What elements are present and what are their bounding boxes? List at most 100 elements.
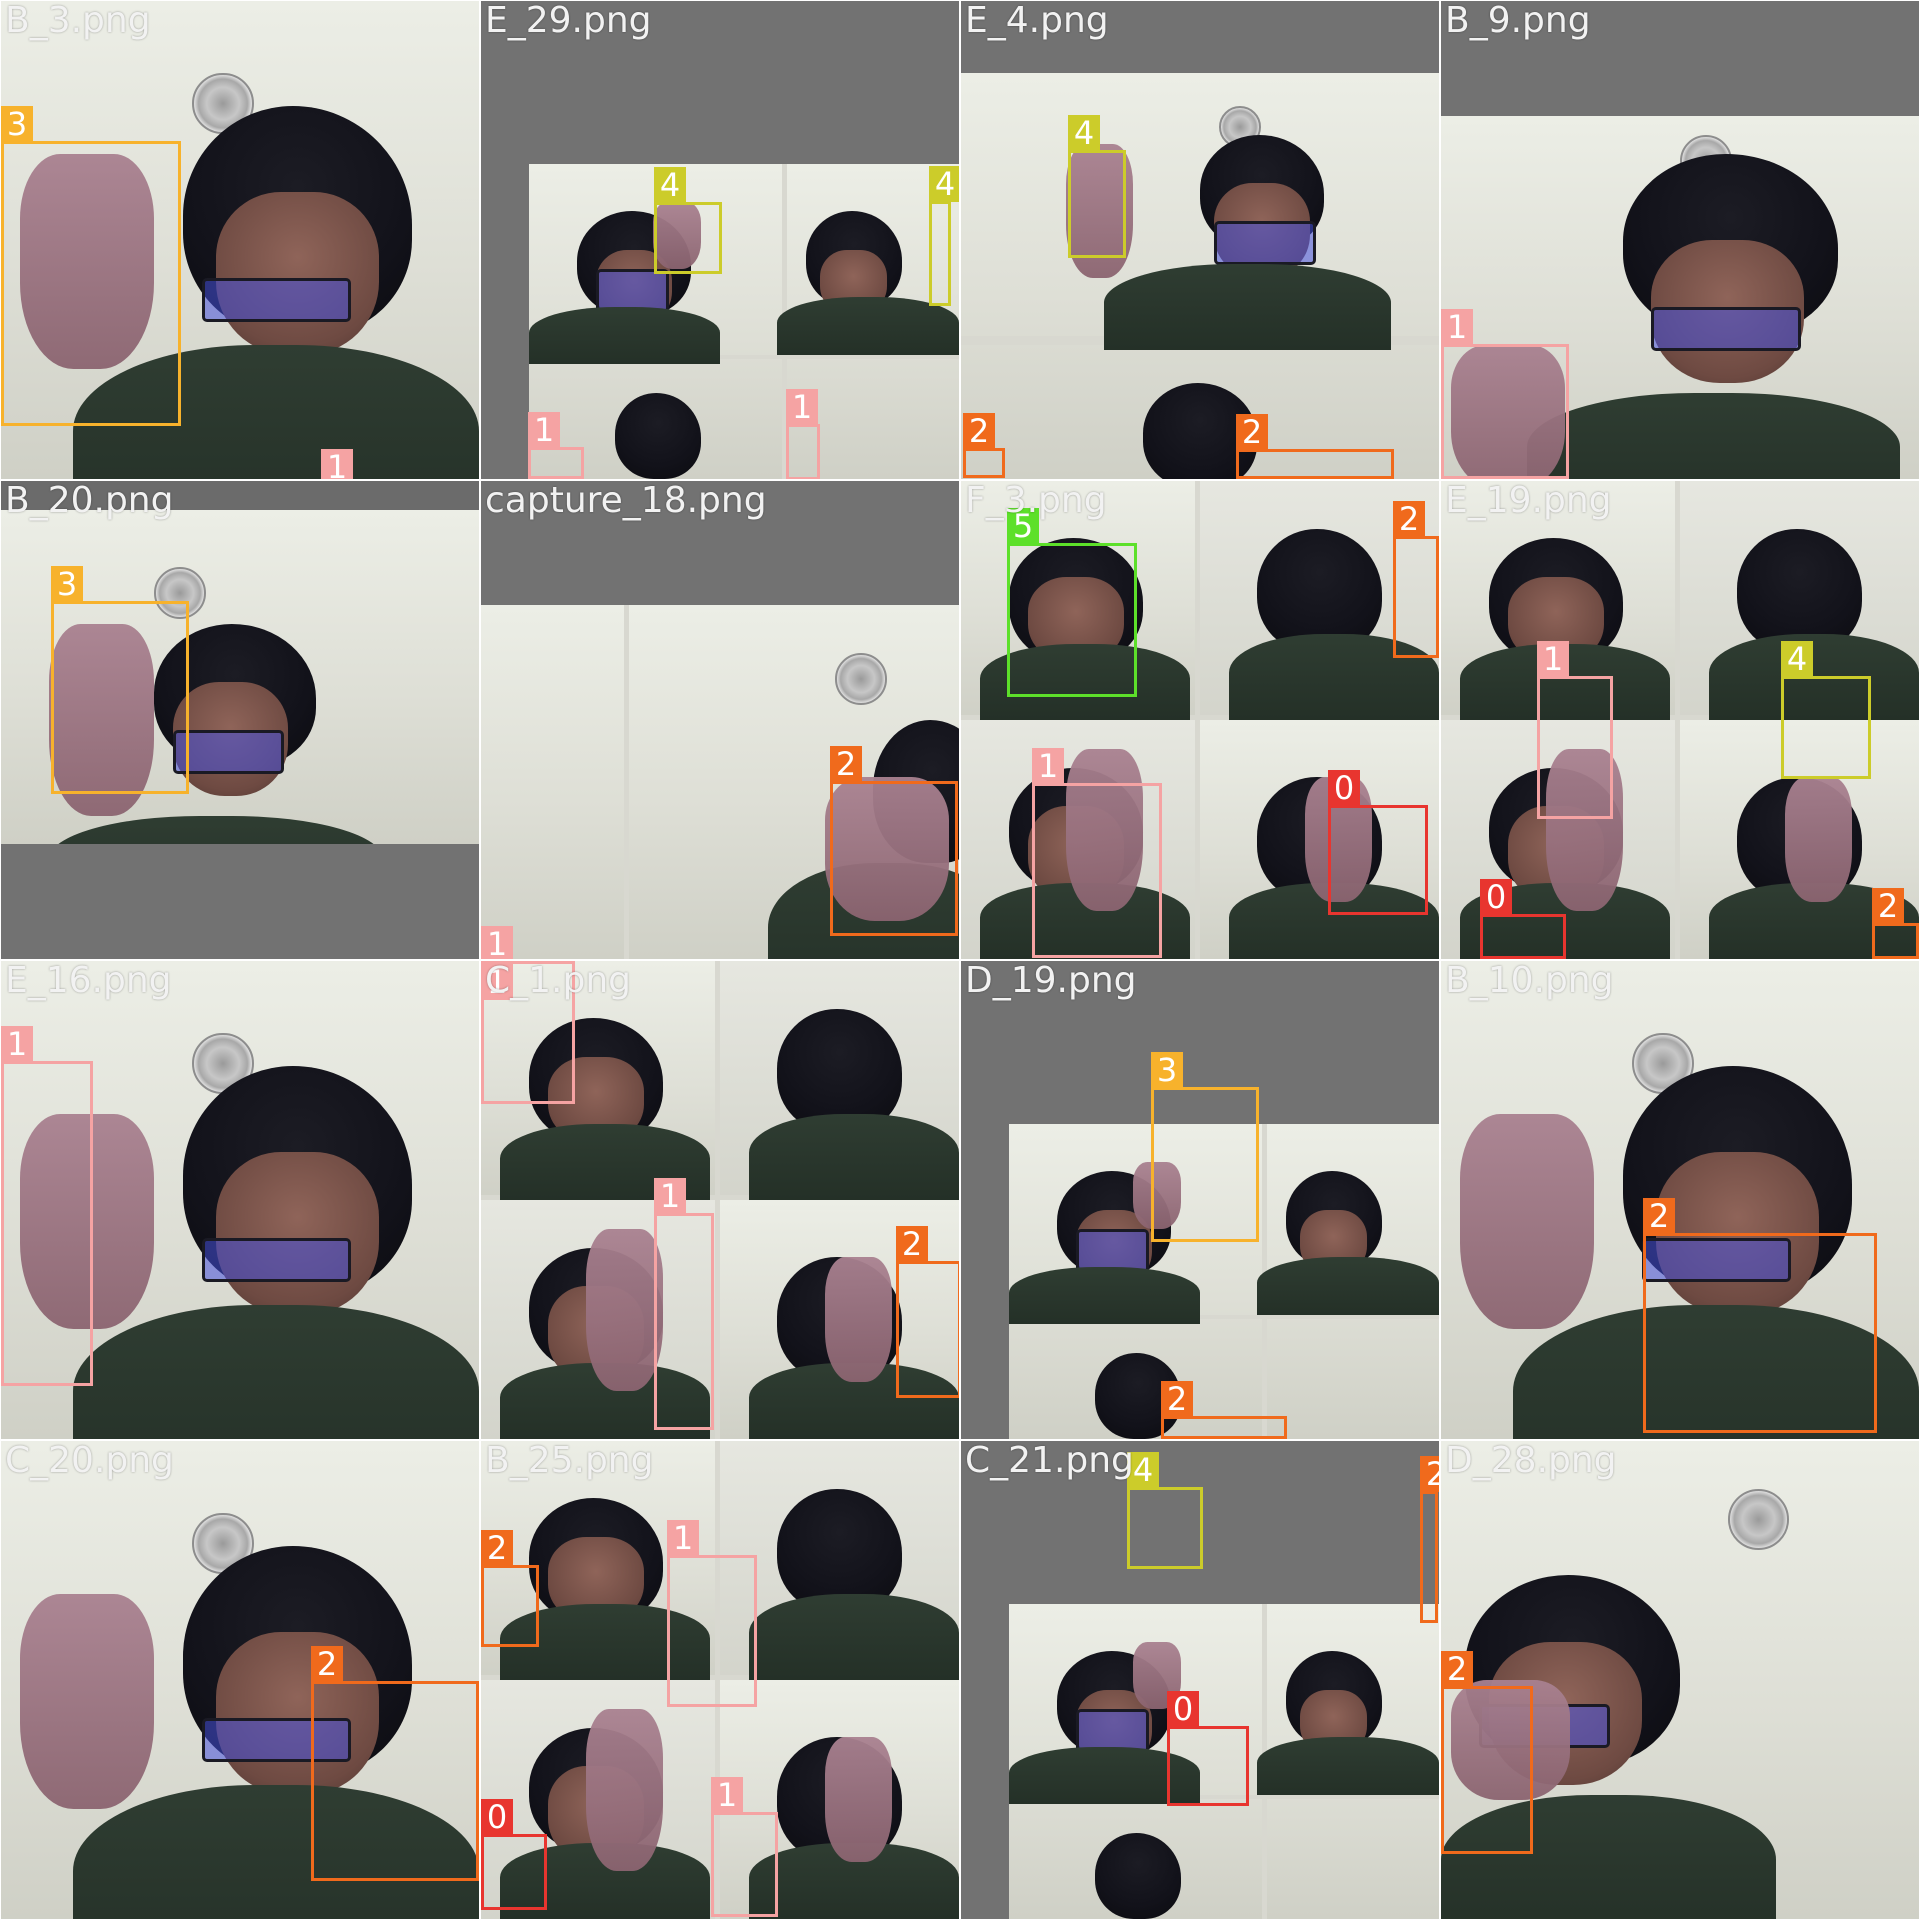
detection-class-label: 1 <box>528 412 560 448</box>
photo-head <box>1094 1832 1181 1919</box>
photo-seam <box>715 961 720 1439</box>
detection-box: 1 <box>654 1178 714 1430</box>
detection-box: 1 <box>1441 309 1569 479</box>
detection-box: 2 <box>1872 888 1919 959</box>
detection-box: 2 <box>1441 1651 1533 1854</box>
photo-glasses <box>173 729 285 774</box>
photo-hand <box>20 1593 154 1810</box>
detection-class-label: 1 <box>667 1520 699 1556</box>
detection-class-label: 0 <box>481 1799 513 1835</box>
detection-box: 2 <box>1420 1456 1439 1623</box>
detection-box: 3 <box>1151 1052 1259 1242</box>
detection-box: 2 <box>481 1530 539 1647</box>
photo-clock <box>1727 1488 1790 1551</box>
photo-hand <box>586 1228 663 1392</box>
detection-class-label: 3 <box>1151 1052 1183 1088</box>
image-tile: 2 C_20.png <box>1 1441 479 1919</box>
detection-box: 1 <box>1 1026 93 1386</box>
tile-filename: B_20.png <box>5 481 174 521</box>
detection-box: 4 <box>654 167 722 274</box>
tile-filename: E_29.png <box>485 1 652 41</box>
detection-box: 5 <box>1007 508 1137 697</box>
photo-hand <box>1785 777 1853 902</box>
detection-box: 3 <box>1 106 181 426</box>
photo-glasses <box>1214 220 1316 266</box>
image-tile: 3 2 D_19.png <box>961 961 1439 1439</box>
detection-class-label: 1 <box>1 1026 33 1062</box>
detection-class-label: 3 <box>1 106 33 142</box>
detection-class-label: 0 <box>1328 770 1360 806</box>
detection-class-label: 2 <box>1872 888 1904 924</box>
photo-hand <box>1460 1113 1594 1330</box>
detection-box: 1 <box>667 1520 757 1707</box>
photo-pad <box>1 844 479 959</box>
photo-glasses <box>201 1238 352 1283</box>
detection-class-label: 1 <box>786 389 818 425</box>
tile-filename: B_3.png <box>5 1 151 41</box>
photo-shirt <box>1257 1257 1439 1315</box>
photo-shirt <box>748 1593 959 1680</box>
tile-filename: B_25.png <box>485 1441 654 1481</box>
image-tile: 1 E_16.png <box>1 961 479 1439</box>
detection-class-label: 2 <box>1643 1198 1675 1234</box>
photo-shirt <box>1008 1266 1200 1325</box>
image-tile: 5 2 1 0 F_3.png <box>961 481 1439 959</box>
image-tile: 1 B_9.png <box>1441 1 1919 479</box>
detection-class-label: 2 <box>830 746 862 782</box>
photo-head <box>614 392 701 479</box>
image-tile: 3 B_20.png <box>1 481 479 959</box>
tile-filename: C_1.png <box>485 961 632 1001</box>
detection-class-label: 2 <box>311 1646 343 1682</box>
detection-box: 2 <box>1393 501 1439 658</box>
detection-box: 4 <box>1781 641 1871 779</box>
detection-class-label: 4 <box>1068 115 1100 151</box>
detection-box: 3 <box>51 566 189 794</box>
tile-filename: B_9.png <box>1445 1 1591 41</box>
tile-filename: D_28.png <box>1445 1441 1617 1481</box>
detection-class-label: 2 <box>1161 1381 1193 1417</box>
photo-glasses <box>201 278 352 323</box>
photo-hand <box>825 1737 893 1862</box>
detection-class-label: 1 <box>321 449 353 479</box>
photo-hand <box>825 1257 893 1382</box>
photo-seam <box>1195 481 1200 959</box>
image-tile: 2 1 capture_18.png <box>481 481 959 959</box>
detection-class-label: 2 <box>896 1226 928 1262</box>
tile-filename: F_3.png <box>965 481 1107 521</box>
detection-class-label: 2 <box>1236 414 1268 450</box>
detection-box: 2 <box>1643 1198 1877 1433</box>
image-tile: 4 2 0 C_21.png <box>961 1441 1439 1919</box>
tile-filename: capture_18.png <box>485 481 767 521</box>
photo-hand <box>586 1708 663 1872</box>
image-tile: 4 4 1 1 E_29.png <box>481 1 959 479</box>
tile-filename: D_19.png <box>965 961 1137 1001</box>
detection-box: 4 <box>929 166 959 306</box>
photo-glasses <box>1651 306 1801 352</box>
photo-shirt <box>1257 1737 1439 1795</box>
photo-shirt <box>748 1113 959 1200</box>
detection-mosaic: 3 1 B_3.png 4 4 1 1 E_29.png 4 2 2 E_4.png 1 B_9.png 3… <box>0 0 1920 1920</box>
detection-box: 1 <box>786 389 820 479</box>
detection-box: 0 <box>1167 1691 1249 1806</box>
detection-class-label: 3 <box>51 566 83 602</box>
detection-box: 2 <box>830 746 958 936</box>
detection-class-label: 4 <box>1781 641 1813 677</box>
detection-class-label: 1 <box>1537 641 1569 677</box>
photo-seam <box>624 605 630 959</box>
image-tile: 1 1 2 C_1.png <box>481 961 959 1439</box>
photo-shirt <box>1527 392 1900 479</box>
image-tile: 3 1 B_3.png <box>1 1 479 479</box>
detection-class-label: 2 <box>481 1530 513 1566</box>
detection-class-label: 1 <box>1032 748 1064 784</box>
detection-class-label: 2 <box>1420 1456 1439 1492</box>
detection-box: 2 <box>963 413 1005 478</box>
detection-class-label: 1 <box>1441 309 1473 345</box>
photo-clock <box>834 653 887 705</box>
detection-box: 2 <box>1161 1381 1287 1439</box>
tile-filename: E_16.png <box>5 961 172 1001</box>
image-tile: 4 2 2 E_4.png <box>961 1 1439 479</box>
image-tile: 2 B_10.png <box>1441 961 1919 1439</box>
detection-box: 1 <box>1032 748 1162 958</box>
detection-class-label: 4 <box>929 166 959 202</box>
detection-box: 2 <box>311 1646 479 1881</box>
